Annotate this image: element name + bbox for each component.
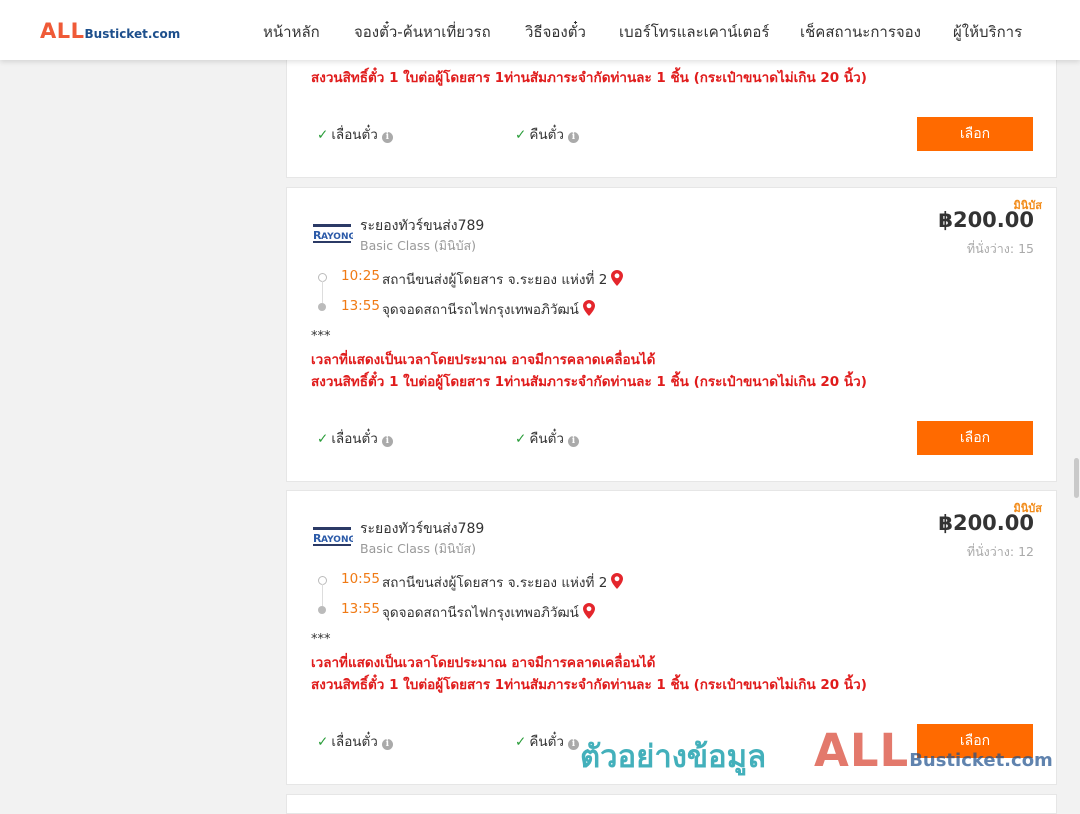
arrival-dot [318, 606, 326, 614]
nav-contact[interactable]: เบอร์โทรและเคาน์เตอร์ [619, 20, 769, 44]
feature-refund-label: คืนตั๋ว [529, 127, 564, 143]
map-pin-icon[interactable] [611, 270, 624, 286]
page-scrollbar[interactable] [1072, 60, 1080, 800]
logo-busticket-text: Busticket.com [84, 27, 181, 41]
notice-marker: *** [311, 329, 331, 344]
service-class: Basic Class (มินิบัส) [360, 238, 477, 253]
watermark-logo-busticket: Busticket.com [909, 750, 1053, 771]
check-icon: ✓ [317, 127, 329, 143]
arrival-station-name: จุดจอดสถานีรถไฟกรุงเทพอภิวัฒน์ [382, 605, 579, 621]
departure-time: 10:55 [341, 571, 380, 587]
feature-refund-ticket: ✓ คืนตั๋ว i [515, 730, 579, 752]
info-icon[interactable]: i [567, 132, 579, 143]
departure-station: สถานีขนส่งผู้โดยสาร จ.ระยอง แห่งที่ 2 [382, 268, 624, 290]
seats-available: ที่นั่งว่าง: 12 [966, 544, 1034, 559]
route-line [322, 584, 323, 606]
arrival-dot [318, 303, 326, 311]
trip-card-partial: สงวนสิทธิ์ตั๋ว 1 ใบต่อผู้โดยสาร 1ท่านสัม… [286, 40, 1057, 178]
check-icon: ✓ [515, 127, 527, 143]
arrival-time: 13:55 [341, 601, 380, 617]
info-icon[interactable]: i [381, 132, 393, 143]
feature-change-label: เลื่อนตั๋ว [331, 127, 378, 143]
arrival-station: จุดจอดสถานีรถไฟกรุงเทพอภิวัฒน์ [382, 601, 595, 623]
departure-station-name: สถานีขนส่งผู้โดยสาร จ.ระยอง แห่งที่ 2 [382, 575, 608, 591]
feature-refund-ticket: ✓ คืนตั๋ว i [515, 427, 579, 449]
ticket-price: ฿200.00 [938, 511, 1034, 535]
select-button[interactable]: เลือก [917, 117, 1033, 151]
svg-text:AYONG: AYONG [321, 232, 353, 242]
feature-change-label: เลื่อนตั๋ว [331, 734, 378, 750]
trip-card-next [286, 794, 1057, 814]
notice-marker: *** [311, 632, 331, 647]
nav-book-ticket[interactable]: จองตั๋ว-ค้นหาเที่ยวรถ [354, 20, 491, 44]
operator-name: ระยองทัวร์ขนส่ง789 [360, 218, 485, 234]
departure-time: 10:25 [341, 268, 380, 284]
feature-change-label: เลื่อนตั๋ว [331, 431, 378, 447]
logo-all-text: ALL [40, 19, 85, 43]
feature-refund-label: คืนตั๋ว [529, 431, 564, 447]
operator-name: ระยองทัวร์ขนส่ง789 [360, 521, 485, 537]
luggage-note: สงวนสิทธิ์ตั๋ว 1 ใบต่อผู้โดยสาร 1ท่านสัม… [311, 70, 867, 86]
arrival-time: 13:55 [341, 298, 380, 314]
departure-station-name: สถานีขนส่งผู้โดยสาร จ.ระยอง แห่งที่ 2 [382, 272, 608, 288]
operator-logo: R AYONG [313, 527, 353, 546]
operator-logo: R AYONG [313, 224, 353, 243]
feature-refund-ticket: ✓ คืนตั๋ว i [515, 123, 579, 145]
select-button[interactable]: เลือก [917, 421, 1033, 455]
service-class: Basic Class (มินิบัส) [360, 541, 477, 556]
check-icon: ✓ [317, 431, 329, 447]
arrival-station: จุดจอดสถานีรถไฟกรุงเทพอภิวัฒน์ [382, 298, 595, 320]
svg-text:AYONG: AYONG [321, 535, 353, 545]
luggage-note: สงวนสิทธิ์ตั๋ว 1 ใบต่อผู้โดยสาร 1ท่านสัม… [311, 677, 867, 693]
info-icon[interactable]: i [381, 739, 393, 750]
sample-data-watermark: ตัวอย่างข้อมูล [580, 739, 767, 775]
ticket-price: ฿200.00 [938, 208, 1034, 232]
site-header: ALLBusticket.com หน้าหลัก จองตั๋ว-ค้นหาเ… [0, 0, 1080, 60]
site-logo[interactable]: ALLBusticket.com [40, 19, 180, 45]
time-note: เวลาที่แสดงเป็นเวลาโดยประมาณ อาจมีการคลา… [311, 352, 656, 368]
map-pin-icon[interactable] [582, 300, 595, 316]
nav-providers[interactable]: ผู้ให้บริการ [953, 20, 1022, 44]
time-note: เวลาที่แสดงเป็นเวลาโดยประมาณ อาจมีการคลา… [311, 655, 656, 671]
departure-station: สถานีขนส่งผู้โดยสาร จ.ระยอง แห่งที่ 2 [382, 571, 624, 593]
watermark-logo: ALLBusticket.com [814, 724, 1053, 777]
feature-change-ticket: ✓ เลื่อนตั๋ว i [317, 730, 393, 752]
feature-change-ticket: ✓ เลื่อนตั๋ว i [317, 427, 393, 449]
watermark-logo-all: ALL [814, 724, 910, 777]
nav-how-to-book[interactable]: วิธีจองตั๋ว [525, 20, 586, 44]
scrollbar-thumb[interactable] [1074, 458, 1079, 498]
info-icon[interactable]: i [567, 436, 579, 447]
nav-booking-status[interactable]: เช็คสถานะการจอง [800, 20, 921, 44]
nav-home[interactable]: หน้าหลัก [263, 20, 320, 44]
map-pin-icon[interactable] [582, 603, 595, 619]
seats-available: ที่นั่งว่าง: 15 [966, 241, 1034, 256]
check-icon: ✓ [515, 734, 527, 750]
arrival-station-name: จุดจอดสถานีรถไฟกรุงเทพอภิวัฒน์ [382, 302, 579, 318]
luggage-note: สงวนสิทธิ์ตั๋ว 1 ใบต่อผู้โดยสาร 1ท่านสัม… [311, 374, 867, 390]
trip-card: มินิบัส R AYONG ระยองทัวร์ขนส่ง789 Basic… [286, 187, 1057, 482]
feature-change-ticket: ✓ เลื่อนตั๋ว i [317, 123, 393, 145]
map-pin-icon[interactable] [611, 573, 624, 589]
info-icon[interactable]: i [381, 436, 393, 447]
feature-refund-label: คืนตั๋ว [529, 734, 564, 750]
route-line [322, 281, 323, 303]
check-icon: ✓ [317, 734, 329, 750]
check-icon: ✓ [515, 431, 527, 447]
info-icon[interactable]: i [567, 739, 579, 750]
